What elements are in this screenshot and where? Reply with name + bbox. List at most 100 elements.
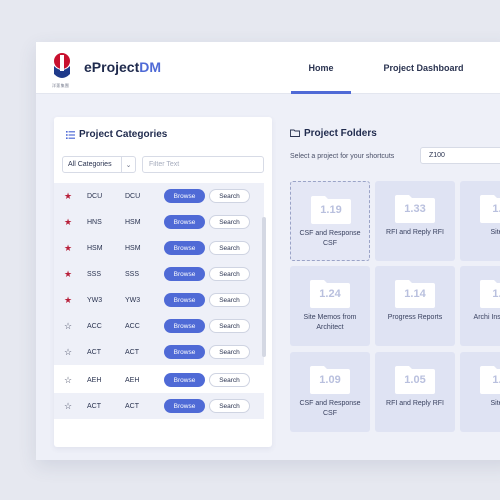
- search-button[interactable]: Search: [209, 241, 250, 255]
- category-code: ACT: [87, 348, 101, 356]
- category-name: YW3: [125, 296, 141, 304]
- category-code: ACT: [87, 402, 101, 410]
- search-button[interactable]: Search: [209, 189, 250, 203]
- category-row: ☆ ACT ACT Browse Search: [54, 393, 264, 419]
- browse-button[interactable]: Browse: [164, 241, 205, 255]
- browse-button[interactable]: Browse: [164, 373, 205, 387]
- category-code: ACC: [87, 322, 102, 330]
- folder-tile[interactable]: 1.2 Site D: [460, 181, 500, 261]
- category-name: HSM: [125, 244, 141, 252]
- star-outline-icon[interactable]: ☆: [64, 401, 72, 411]
- browse-button[interactable]: Browse: [164, 319, 205, 333]
- category-code: HNS: [87, 218, 102, 226]
- filter-text-input[interactable]: [142, 156, 264, 173]
- star-outline-icon[interactable]: ☆: [64, 347, 72, 357]
- folder-number: 1.05: [404, 374, 426, 386]
- folder-tile[interactable]: 1.09 CSF and Response CSF: [290, 352, 370, 432]
- folder-tile[interactable]: 1.19 CSF and Response CSF: [290, 181, 370, 261]
- search-button[interactable]: Search: [209, 345, 250, 359]
- folder-number: 1.19: [320, 204, 342, 216]
- folder-label: Progress Reports: [387, 314, 443, 321]
- category-row: ★ YW3 YW3 Browse Search: [54, 287, 264, 313]
- star-filled-icon[interactable]: ★: [64, 295, 72, 305]
- category-row: ☆ ACC ACC Browse Search: [54, 313, 264, 339]
- nav-project-dashboard[interactable]: Project Dashboard: [376, 42, 471, 94]
- category-code: AEH: [87, 376, 102, 384]
- category-name: DCU: [125, 192, 141, 200]
- search-button[interactable]: Search: [209, 319, 250, 333]
- category-name: ACT: [125, 348, 139, 356]
- star-outline-icon[interactable]: ☆: [64, 321, 72, 331]
- category-code: DCU: [87, 192, 103, 200]
- categories-title: Project Categories: [79, 129, 168, 140]
- shortcut-label: Select a project for your shortcuts: [290, 153, 395, 160]
- folder-tile[interactable]: 1.05 RFI and Reply RFI: [375, 352, 455, 432]
- folder-label: RFI and Reply RFI: [386, 400, 444, 407]
- logo-caption: 洋蔥集團: [52, 83, 70, 88]
- star-filled-icon[interactable]: ★: [64, 269, 72, 279]
- category-row: ☆ ACT ACT Browse Search: [54, 339, 264, 365]
- folder-label: Archi Instru (A,B,: [473, 314, 500, 321]
- category-row: ★ HSM HSM Browse Search: [54, 235, 264, 261]
- folders-title: Project Folders: [304, 128, 377, 139]
- brand-main: eProject: [84, 59, 140, 75]
- browse-button[interactable]: Browse: [164, 189, 205, 203]
- folder-tile[interactable]: 1.33 RFI and Reply RFI: [375, 181, 455, 261]
- folder-number: 1.1: [492, 288, 500, 300]
- category-row: ☆ AEH AEH Browse Search: [54, 367, 264, 393]
- folder-tile[interactable]: 1.14 Progress Reports: [375, 266, 455, 346]
- folder-number: 1.33: [404, 203, 426, 215]
- category-row: ★ SSS SSS Browse Search: [54, 261, 264, 287]
- category-row: ★ HNS HSM Browse Search: [54, 209, 264, 235]
- category-code: SSS: [87, 270, 102, 278]
- nav-home[interactable]: Home: [291, 42, 351, 94]
- category-select-value: All Categories: [68, 161, 112, 168]
- category-scrollbar[interactable]: [262, 217, 266, 357]
- top-bar: 洋蔥集團 eProjectDM Home Project Dashboard: [36, 42, 500, 94]
- category-name: HSM: [125, 218, 141, 226]
- folder-tile[interactable]: 1.1 Archi Instru (A,B,: [460, 266, 500, 346]
- category-select[interactable]: All Categories ⌄: [62, 156, 136, 173]
- browse-button[interactable]: Browse: [164, 267, 205, 281]
- search-button[interactable]: Search: [209, 373, 250, 387]
- star-filled-icon[interactable]: ★: [64, 217, 72, 227]
- star-filled-icon[interactable]: ★: [64, 191, 72, 201]
- folder-label: RFI and Reply RFI: [386, 229, 444, 236]
- star-outline-icon[interactable]: ☆: [64, 375, 72, 385]
- folder-tile[interactable]: 1.24 Site Memos from Architect: [290, 266, 370, 346]
- brand-name: eProjectDM: [84, 59, 161, 75]
- star-filled-icon[interactable]: ★: [64, 243, 72, 253]
- search-button[interactable]: Search: [209, 215, 250, 229]
- category-name: ACC: [125, 322, 140, 330]
- company-logo[interactable]: [52, 52, 72, 82]
- category-name: AEH: [125, 376, 140, 384]
- browse-button[interactable]: Browse: [164, 293, 205, 307]
- folder-tile[interactable]: 1.9 Site D: [460, 352, 500, 432]
- folder-number: 1.14: [404, 288, 426, 300]
- folder-label: CSF and Response CSF: [299, 230, 361, 247]
- browse-button[interactable]: Browse: [164, 345, 205, 359]
- folder-label: Site D: [490, 229, 500, 236]
- folder-label: Site Memos from Architect: [303, 314, 357, 331]
- search-button[interactable]: Search: [209, 267, 250, 281]
- list-icon: [66, 131, 75, 139]
- category-row: ★ DCU DCU Browse Search: [54, 183, 264, 209]
- app-window: 洋蔥集團 eProjectDM Home Project Dashboard P…: [36, 42, 500, 460]
- category-name: ACT: [125, 402, 139, 410]
- folder-number: 1.9: [492, 374, 500, 386]
- browse-button[interactable]: Browse: [164, 399, 205, 413]
- brand-accent: DM: [139, 59, 162, 75]
- folder-label: CSF and Response CSF: [299, 400, 361, 417]
- project-categories-panel: Project Categories All Categories ⌄ ★ DC…: [54, 117, 272, 447]
- category-code: YW3: [87, 296, 103, 304]
- folder-number: 1.09: [319, 374, 341, 386]
- browse-button[interactable]: Browse: [164, 215, 205, 229]
- search-button[interactable]: Search: [209, 293, 250, 307]
- folder-number: 1.24: [319, 288, 341, 300]
- category-code: HSM: [87, 244, 103, 252]
- project-select[interactable]: Z100: [420, 147, 500, 164]
- search-button[interactable]: Search: [209, 399, 250, 413]
- folder-icon: [290, 129, 300, 137]
- chevron-down-icon[interactable]: ⌄: [121, 157, 135, 172]
- category-name: SSS: [125, 270, 140, 278]
